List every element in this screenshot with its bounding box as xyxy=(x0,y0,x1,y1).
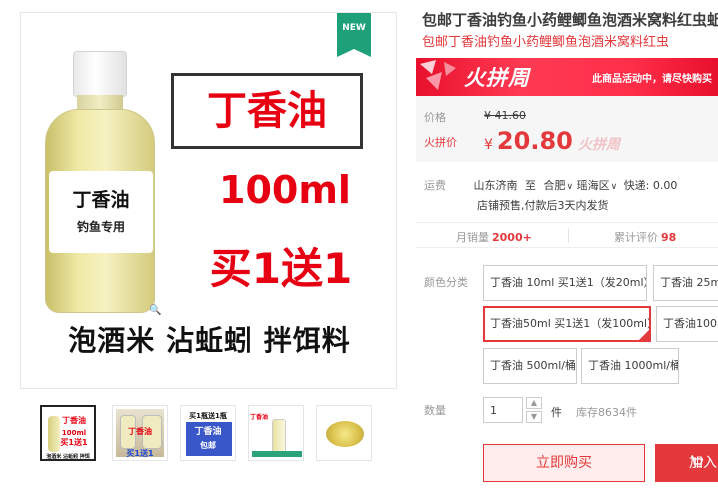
new-badge: NEW xyxy=(337,13,371,57)
offer-text: 买1送1 xyxy=(209,244,353,293)
cart-icon xyxy=(691,456,703,468)
shipping-district: 瑶海区 xyxy=(576,179,610,192)
original-price-label: 价格 xyxy=(424,111,446,124)
thumb-2-line-1: 丁香油 xyxy=(128,427,152,436)
main-product-image[interactable]: NEW 丁香油 钓鱼专用 丁香油 100ml 买1送1 🔍 泡酒米 沾蚯蚓 拌饵… xyxy=(20,12,397,389)
sku-option-2[interactable]: 丁香油 25ml xyxy=(653,265,718,301)
bottle-label-title: 丁香油 xyxy=(72,189,130,211)
monthly-sales-value: 2000+ xyxy=(492,231,532,244)
reviews-label: 累计评价 xyxy=(614,231,658,244)
price-area: 价格 ¥ 41.60 火拼价 ¥20.80 火拼周 xyxy=(416,96,718,162)
stock-count: 库存8634件 xyxy=(576,406,637,419)
sale-price-value: 20.80 xyxy=(496,127,573,155)
quantity-increase-button[interactable]: ▲ xyxy=(526,397,542,409)
sale-currency: ¥ xyxy=(484,137,493,153)
thumb-1-line-3: 买1送1 xyxy=(60,438,88,447)
promo-watermark: 火拼周 xyxy=(578,137,620,153)
sale-price: ¥20.80 xyxy=(484,127,573,155)
quantity-input[interactable] xyxy=(483,397,523,423)
thumbnail-1[interactable]: 丁香油 100ml 买1送1 泡酒米 沾蚯蚓 拌饵料 xyxy=(40,405,96,461)
bottle-illustration: 丁香油 钓鱼专用 xyxy=(43,51,157,313)
shipping-row: 运费 山东济南 至 合肥∨ 瑶海区∨ 快递: 0.00 xyxy=(424,177,677,193)
chevron-down-icon: ∨ xyxy=(566,182,574,192)
sale-price-label: 火拼价 xyxy=(424,136,457,149)
shipping-express: 快递: 0.00 xyxy=(623,179,678,192)
stats-bar: 月销量 2000+ 累计评价 98 xyxy=(416,222,718,248)
promo-name: 火拼周 xyxy=(464,66,530,90)
thumb-4-line-1: 丁香油 xyxy=(249,414,268,421)
add-to-cart-button[interactable]: 加入购物车 xyxy=(655,444,718,495)
quantity-decrease-button[interactable]: ▼ xyxy=(526,411,542,423)
bottle-label: 丁香油 钓鱼专用 xyxy=(49,171,153,253)
usage-text: 泡酒米 沾蚯蚓 拌饵料 xyxy=(68,324,351,357)
quantity-unit: 件 xyxy=(551,406,562,419)
thumb-1-caption: 泡酒米 沾蚯蚓 拌饵料 xyxy=(46,454,90,460)
monthly-sales-label: 月销量 xyxy=(456,231,489,244)
sku-option-5[interactable]: 丁香油 500ml/桶 xyxy=(483,348,577,384)
headline-text: 丁香油 xyxy=(207,88,327,134)
thumb-3-line-1: 买1瓶送1瓶 xyxy=(189,412,227,420)
shipping-city-select[interactable]: 合肥∨ xyxy=(544,179,574,192)
shipping-from: 山东济南 xyxy=(473,179,518,192)
reviews-value: 98 xyxy=(661,231,677,244)
shipping-note: 店铺预售,付款后3天内发货 xyxy=(477,199,609,212)
promo-tip: 此商品活动中，请尽快购买 xyxy=(592,74,712,85)
magnifier-icon: 🔍 xyxy=(149,305,162,316)
sku-option-4[interactable]: 丁香油100ml xyxy=(656,306,718,342)
thumb-3-line-3: 包邮 xyxy=(200,441,216,450)
shipping-district-select[interactable]: 瑶海区∨ xyxy=(577,179,618,192)
sku-option-6[interactable]: 丁香油 1000ml/桶 xyxy=(581,348,679,384)
chevron-down-icon: ∨ xyxy=(610,182,618,192)
product-subtitle: 包邮丁香油钓鱼小药鲤鲫鱼泡酒米窝料红虫 xyxy=(422,35,670,50)
stats-divider xyxy=(568,228,569,243)
bottle-cap xyxy=(73,51,127,97)
sku-label: 颜色分类 xyxy=(424,276,468,289)
thumbnail-5[interactable] xyxy=(316,405,372,461)
sku-option-3-selected[interactable]: 丁香油50ml 买1送1（发100ml） xyxy=(483,306,651,342)
headline-box: 丁香油 xyxy=(171,73,363,149)
shipping-city: 合肥 xyxy=(543,179,566,192)
volume-text: 100ml xyxy=(219,168,351,212)
total-reviews[interactable]: 累计评价 98 xyxy=(614,229,676,245)
promo-banner: 火拼周 此商品活动中，请尽快购买 xyxy=(416,58,718,96)
thumb-1-line-2: 100ml xyxy=(61,429,87,437)
thumb-1-line-1: 丁香油 xyxy=(62,416,86,425)
shipping-to-word: 至 xyxy=(525,179,536,192)
bottle-label-subtitle: 钓鱼专用 xyxy=(76,220,125,234)
buy-now-button[interactable]: 立即购买 xyxy=(483,444,645,482)
thumbnail-2[interactable]: 丁香油 买1送1 xyxy=(112,405,168,461)
thumbnail-3[interactable]: 买1瓶送1瓶 丁香油 包邮 xyxy=(180,405,236,461)
quantity-label: 数量 xyxy=(424,404,446,417)
sku-option-1[interactable]: 丁香油 10ml 买1送1（发20ml） xyxy=(483,265,647,301)
original-price: ¥ 41.60 xyxy=(484,109,526,122)
monthly-sales: 月销量 2000+ xyxy=(456,229,532,245)
thumb-2-line-2: 买1送1 xyxy=(126,449,154,458)
shipping-label: 运费 xyxy=(424,179,446,192)
thumb-3-line-2: 丁香油 xyxy=(194,427,222,437)
thumbnail-4[interactable]: 丁香油 xyxy=(248,405,304,461)
product-title: 包邮丁香油钓鱼小药鲤鲫鱼泡酒米窝料红虫蚯蚓 xyxy=(422,11,718,29)
